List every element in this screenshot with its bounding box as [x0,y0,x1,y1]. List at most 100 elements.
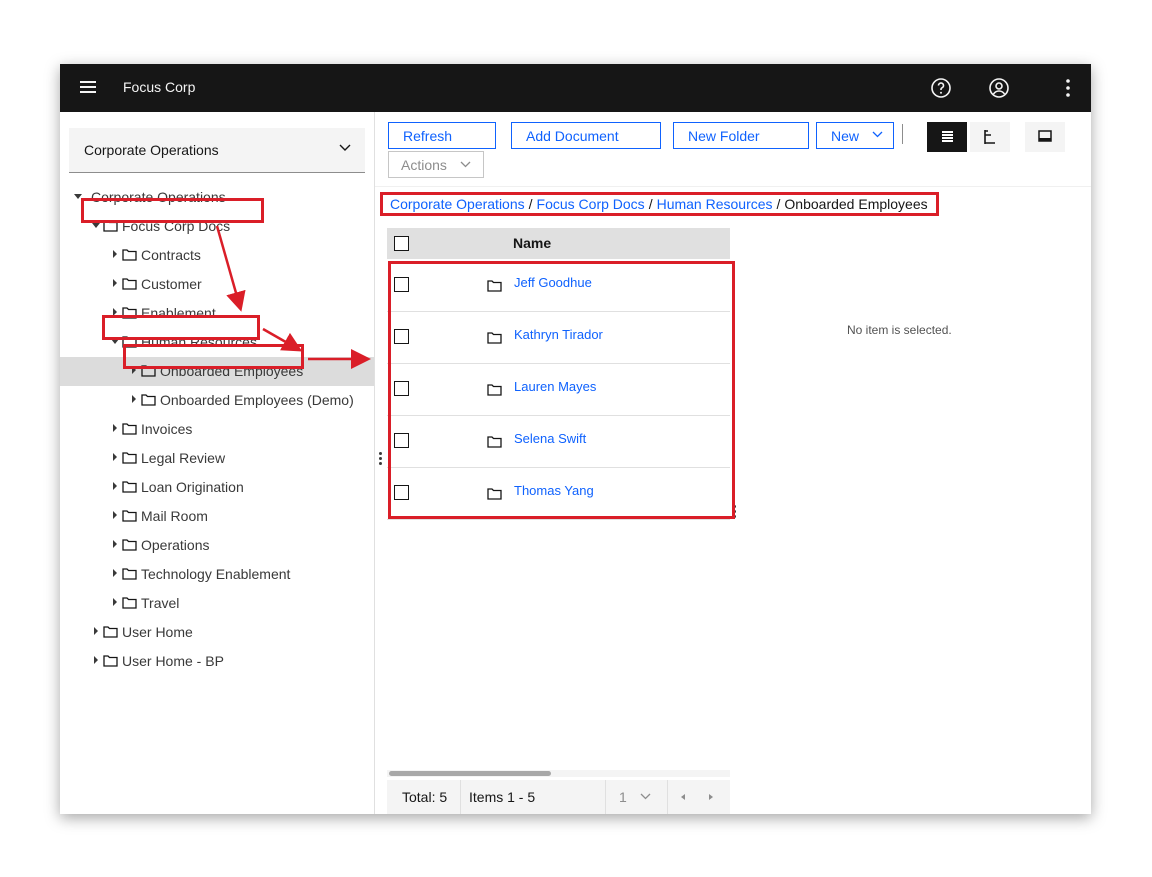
page-select[interactable]: 1 [619,789,627,805]
caret-right-icon[interactable] [129,365,139,375]
caret-down-icon[interactable] [91,220,101,230]
table-row[interactable]: Kathryn Tirador [387,311,730,364]
tree-item[interactable]: Legal Review [60,444,374,473]
tree-item[interactable]: Enablement [60,299,374,328]
row-checkbox[interactable] [394,329,409,344]
caret-right-icon[interactable] [91,655,101,665]
caret-right-icon[interactable] [129,394,139,404]
breadcrumb-link[interactable]: Corporate Operations [390,196,525,212]
select-all-checkbox[interactable] [394,236,409,251]
caret-right-icon[interactable] [110,510,120,520]
caret-right-icon[interactable] [707,793,715,801]
repository-dropdown-value: Corporate Operations [84,142,219,158]
row-checkbox[interactable] [394,381,409,396]
caret-right-icon[interactable] [91,626,101,636]
scrollbar-thumb[interactable] [389,771,551,776]
tree-item-label: Corporate Operations [91,189,226,205]
items-range: Items 1 - 5 [469,789,536,805]
tree-item-label: Enablement [141,305,216,321]
tree-item[interactable]: User Home - BP [60,647,374,676]
name-column-header[interactable]: Name [513,235,551,251]
caret-right-icon[interactable] [110,568,120,578]
tree-item[interactable]: Invoices [60,415,374,444]
folder-name-link[interactable]: Selena Swift [514,431,586,446]
folder-icon [487,488,502,500]
row-checkbox[interactable] [394,277,409,292]
table-row[interactable]: Selena Swift [387,415,730,468]
folder-name-link[interactable]: Thomas Yang [514,483,594,498]
chevron-down-icon [872,131,883,138]
add-document-button[interactable]: Add Document [511,122,661,149]
repository-dropdown[interactable]: Corporate Operations [69,128,365,173]
caret-down-icon[interactable] [73,191,83,201]
tree-item-root[interactable]: Corporate Operations [60,183,374,212]
caret-right-icon[interactable] [110,278,120,288]
tree-item[interactable]: User Home [60,618,374,647]
tree-item[interactable]: Contracts [60,241,374,270]
tree-item-label: Human Resources [141,334,257,350]
tree-item[interactable]: Human Resources [60,328,374,357]
breadcrumb-link[interactable]: Focus Corp Docs [537,196,645,212]
tree-item[interactable]: Travel [60,589,374,618]
new-folder-button[interactable]: New Folder [673,122,809,149]
user-icon[interactable] [987,76,1011,100]
tree-item[interactable]: Operations [60,531,374,560]
folder-icon [122,539,137,551]
table-row[interactable]: Lauren Mayes [387,363,730,416]
caret-right-icon[interactable] [110,423,120,433]
tree-item[interactable]: Focus Corp Docs [60,212,374,241]
folder-name-link[interactable]: Lauren Mayes [514,379,596,394]
caret-right-icon[interactable] [110,539,120,549]
panel-resize-handle[interactable] [379,452,382,466]
caret-down-icon[interactable] [110,336,120,346]
tree-item[interactable]: Onboarded Employees (Demo) [60,386,374,415]
new-folder-button-label: New Folder [688,128,760,144]
table-row[interactable]: Thomas Yang [387,467,730,520]
tree-item[interactable]: Mail Room [60,502,374,531]
new-dropdown-label: New [831,128,860,144]
magazine-view-button[interactable] [1025,122,1065,152]
magazine-view-icon [1038,130,1052,142]
tree-item[interactable]: Customer [60,270,374,299]
row-checkbox[interactable] [394,433,409,448]
row-checkbox[interactable] [394,485,409,500]
caret-right-icon[interactable] [110,249,120,259]
actions-dropdown[interactable]: Actions [388,151,484,178]
caret-right-icon[interactable] [110,597,120,607]
add-document-button-label: Add Document [526,128,619,144]
tree-item[interactable]: Loan Origination [60,473,374,502]
caret-right-icon[interactable] [110,452,120,462]
grid-header: Name [387,228,730,259]
chevron-down-icon[interactable] [640,793,651,800]
caret-left-icon[interactable] [679,793,687,801]
new-dropdown-button[interactable]: New [816,122,894,149]
toolbar-divider [375,186,1091,187]
refresh-button[interactable]: Refresh [388,122,496,149]
total-count: Total: 5 [402,789,448,805]
pager-divider [605,780,606,814]
pager-divider [667,780,668,814]
tree-item[interactable]: Technology Enablement [60,560,374,589]
tree-item-label: User Home [122,624,193,640]
breadcrumb-separator: / [528,196,533,212]
details-view-button[interactable] [927,122,967,152]
hamburger-menu-icon[interactable] [80,81,96,94]
folder-icon [103,220,118,232]
tree-item-label: Legal Review [141,450,226,466]
app-window: Focus Corp Corporate Operations Corporat… [60,64,1091,814]
tree-view-button[interactable] [970,122,1010,152]
folder-name-link[interactable]: Kathryn Tirador [514,327,603,342]
pager-divider [460,780,461,814]
folder-icon [141,365,156,377]
folder-name-link[interactable]: Jeff Goodhue [514,275,592,290]
caret-right-icon[interactable] [110,307,120,317]
details-view-icon [942,131,953,142]
caret-right-icon[interactable] [110,481,120,491]
grid-resize-handle[interactable] [733,505,736,519]
table-row[interactable]: Jeff Goodhue [387,259,730,312]
breadcrumb-link[interactable]: Human Resources [657,196,773,212]
overflow-menu-icon[interactable] [1056,76,1080,100]
tree-item[interactable]: Onboarded Employees [60,357,374,386]
folder-icon [122,336,137,348]
help-icon[interactable] [929,76,953,100]
